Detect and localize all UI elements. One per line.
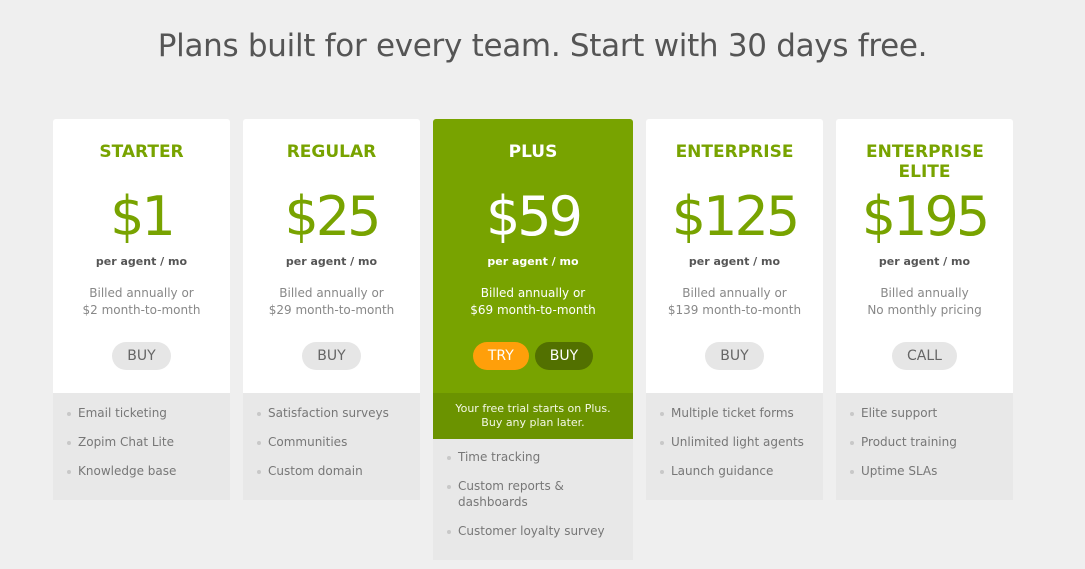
feature-list: Email ticketing Zopim Chat Lite Knowledg… (53, 393, 230, 500)
price-unit: per agent / mo (285, 255, 378, 268)
bullet-icon (447, 485, 451, 489)
trial-notice-line: Buy any plan later. (481, 416, 585, 429)
feature-item: Satisfaction surveys (257, 405, 408, 421)
feature-item: Custom reports & dashboards (447, 478, 621, 510)
feature-list: Satisfaction surveys Communities Custom … (243, 393, 420, 500)
billing-note: Billed annually or $2 month-to-month (53, 285, 230, 319)
plan-name: PLUS (508, 142, 558, 162)
billing-line: Billed annually (880, 286, 969, 300)
feature-item: Multiple ticket forms (660, 405, 811, 421)
feature-item: Uptime SLAs (850, 463, 1001, 479)
plan-price: $195 (861, 185, 990, 248)
billing-line: Billed annually or (89, 286, 194, 300)
bullet-icon (660, 441, 664, 445)
plan-price: $125 (671, 185, 800, 248)
billing-line: Billed annually or (480, 286, 586, 300)
bullet-icon (660, 470, 664, 474)
billing-note: Billed annually No monthly pricing (836, 285, 1013, 319)
buy-button[interactable]: BUY (112, 342, 171, 370)
plan-name: ENTERPRISE (675, 142, 794, 162)
page-headline: Plans built for every team. Start with 3… (157, 28, 928, 64)
feature-item: Elite support (850, 405, 1001, 421)
bullet-icon (257, 470, 261, 474)
feature-item: Product training (850, 434, 1001, 450)
bullet-icon (660, 412, 664, 416)
bullet-icon (257, 441, 261, 445)
try-button[interactable]: TRY (472, 342, 529, 370)
plan-name: ENTERPRISE ELITE (866, 142, 984, 182)
price-unit: per agent / mo (878, 255, 971, 268)
billing-line: Billed annually or (279, 286, 384, 300)
plan-name: REGULAR (286, 142, 377, 162)
bullet-icon (257, 412, 261, 416)
feature-item: Unlimited light agents (660, 434, 811, 450)
bullet-icon (67, 470, 71, 474)
bullet-icon (67, 412, 71, 416)
plan-card-regular: REGULAR $25 per agent / mo Billed annual… (243, 119, 420, 500)
price-unit: per agent / mo (487, 255, 579, 268)
bullet-icon (850, 470, 854, 474)
feature-list: Multiple ticket forms Unlimited light ag… (646, 393, 823, 500)
trial-notice: Your free trial starts on Plus. Buy any … (433, 393, 633, 439)
billing-note: Billed annually or $139 month-to-month (646, 285, 823, 319)
billing-line: No monthly pricing (867, 303, 982, 317)
billing-line: $69 month-to-month (470, 303, 596, 317)
buy-button[interactable]: BUY (534, 342, 594, 370)
feature-item: Zopim Chat Lite (67, 434, 218, 450)
feature-item: Knowledge base (67, 463, 218, 479)
billing-note: Billed annually or $29 month-to-month (243, 285, 420, 319)
plan-card-header: ENTERPRISE $125 per agent / mo Billed an… (646, 119, 823, 393)
feature-item: Communities (257, 434, 408, 450)
plan-name: STARTER (99, 142, 184, 162)
buy-button[interactable]: BUY (705, 342, 764, 370)
bullet-icon (850, 441, 854, 445)
plan-card-header: ENTERPRISE ELITE $195 per agent / mo Bil… (836, 119, 1013, 393)
billing-line: Billed annually or (682, 286, 787, 300)
feature-item: Customer loyalty survey (447, 523, 621, 539)
trial-notice-line: Your free trial starts on Plus. (455, 402, 611, 415)
plan-card-header: STARTER $1 per agent / mo Billed annuall… (53, 119, 230, 393)
feature-item: Custom domain (257, 463, 408, 479)
bullet-icon (447, 456, 451, 460)
feature-item: Email ticketing (67, 405, 218, 421)
plan-card-enterprise-elite: ENTERPRISE ELITE $195 per agent / mo Bil… (836, 119, 1013, 500)
plan-price: $59 (485, 185, 583, 248)
call-button[interactable]: CALL (892, 342, 957, 370)
price-unit: per agent / mo (688, 255, 781, 268)
billing-line: $139 month-to-month (667, 303, 802, 317)
price-unit: per agent / mo (95, 255, 188, 268)
bullet-icon (850, 412, 854, 416)
bullet-icon (67, 441, 71, 445)
plan-card-enterprise: ENTERPRISE $125 per agent / mo Billed an… (646, 119, 823, 500)
plan-card-starter: STARTER $1 per agent / mo Billed annuall… (53, 119, 230, 500)
plan-price: $25 (284, 185, 381, 248)
billing-line: $2 month-to-month (82, 303, 201, 317)
plan-card-header: REGULAR $25 per agent / mo Billed annual… (243, 119, 420, 393)
feature-list: Time tracking Custom reports & dashboard… (433, 439, 633, 560)
feature-item: Time tracking (447, 449, 621, 465)
plan-price: $1 (110, 185, 176, 248)
plan-card-plus: PLUS $59 per agent / mo Billed annually … (433, 119, 633, 560)
plan-card-header: PLUS $59 per agent / mo Billed annually … (433, 119, 633, 393)
buy-button[interactable]: BUY (302, 342, 361, 370)
billing-line: $29 month-to-month (268, 303, 395, 317)
feature-item: Launch guidance (660, 463, 811, 479)
feature-list: Elite support Product training Uptime SL… (836, 393, 1013, 500)
bullet-icon (447, 530, 451, 534)
billing-note: Billed annually or $69 month-to-month (433, 285, 633, 319)
